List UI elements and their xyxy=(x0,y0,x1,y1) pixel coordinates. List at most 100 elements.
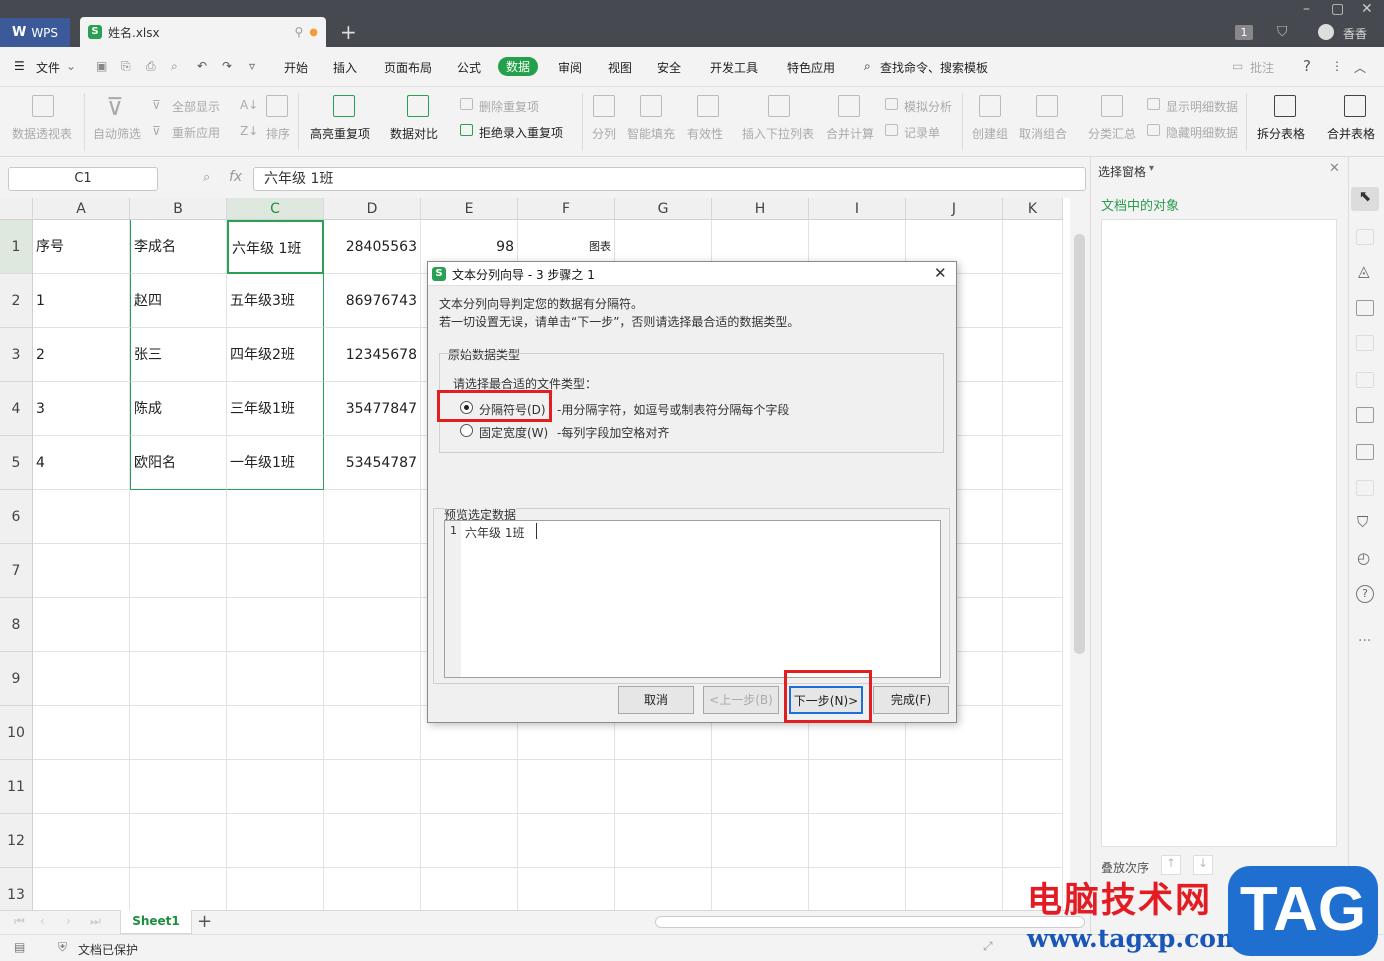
sort-button[interactable]: 排序 xyxy=(266,125,290,142)
cell[interactable] xyxy=(227,544,324,598)
column-header[interactable]: J xyxy=(906,198,1003,220)
archive-icon[interactable] xyxy=(1356,444,1374,460)
show-all-button[interactable]: 全部显示 xyxy=(172,98,220,115)
backup-icon[interactable]: ⛉ xyxy=(1357,513,1368,531)
ungroup-button[interactable]: 取消组合 xyxy=(1019,125,1067,142)
cell[interactable]: 28405563 xyxy=(324,220,421,274)
collapse-ribbon-icon[interactable]: ︿ xyxy=(1354,59,1366,76)
cell[interactable] xyxy=(906,868,1003,910)
cell[interactable] xyxy=(227,814,324,868)
minimize-icon[interactable]: – xyxy=(1303,0,1310,18)
fx-icon[interactable]: fx xyxy=(229,169,242,185)
row-header[interactable]: 1 xyxy=(0,220,33,274)
cell[interactable]: 3 xyxy=(33,382,130,436)
cell[interactable] xyxy=(324,490,421,544)
row-header[interactable]: 5 xyxy=(0,436,33,490)
cell[interactable]: 35477847 xyxy=(324,382,421,436)
autofilter-button[interactable]: 自动筛选 xyxy=(93,125,141,142)
cell[interactable] xyxy=(33,706,130,760)
cell[interactable] xyxy=(324,598,421,652)
cell[interactable] xyxy=(324,814,421,868)
cell[interactable] xyxy=(227,868,324,910)
cell[interactable]: 12345678 xyxy=(324,328,421,382)
chevron-down-icon[interactable]: ⌄ xyxy=(66,59,76,73)
cell[interactable] xyxy=(324,760,421,814)
fullscreen-icon[interactable]: ⤢ xyxy=(983,939,993,954)
row-header[interactable]: 4 xyxy=(0,382,33,436)
name-box[interactable]: C1 xyxy=(8,167,158,191)
search-icon[interactable]: ⌕ xyxy=(864,59,871,74)
finish-button[interactable]: 完成(F) xyxy=(873,686,949,714)
command-search[interactable]: 查找命令、搜索模板 xyxy=(880,59,988,76)
menu-developer[interactable]: 开发工具 xyxy=(710,59,758,76)
cell[interactable]: 序号 xyxy=(33,220,130,274)
add-sheet-icon[interactable]: + xyxy=(197,911,212,932)
more-tools-icon[interactable]: ··· xyxy=(1358,633,1371,649)
cursor-icon[interactable]: ⬉ xyxy=(1351,187,1379,211)
row-header[interactable]: 8 xyxy=(0,598,33,652)
close-icon[interactable]: ✕ xyxy=(1361,0,1373,18)
cell[interactable] xyxy=(906,814,1003,868)
row-header[interactable]: 10 xyxy=(0,706,33,760)
merge-table-button[interactable]: 合并表格 xyxy=(1327,125,1375,142)
next-sheet-icon[interactable]: › xyxy=(66,914,71,928)
smart-fill-button[interactable]: 智能填充 xyxy=(627,125,675,142)
cell[interactable]: 四年级2班 xyxy=(227,328,324,382)
badge[interactable]: 1 xyxy=(1235,25,1253,40)
cell[interactable]: 4 xyxy=(33,436,130,490)
cell[interactable] xyxy=(324,544,421,598)
cell[interactable]: 1 xyxy=(33,274,130,328)
cell[interactable] xyxy=(33,652,130,706)
cell[interactable]: 一年级1班 xyxy=(227,436,324,490)
fixed-width-radio[interactable] xyxy=(460,424,473,437)
row-header[interactable]: 6 xyxy=(0,490,33,544)
highlight-duplicates-button[interactable]: 高亮重复项 xyxy=(310,125,370,142)
cell[interactable] xyxy=(227,490,324,544)
sheet-tab[interactable]: Sheet1 xyxy=(120,910,192,934)
status-icon[interactable]: ▤ xyxy=(14,940,25,954)
cell[interactable]: 六年级 1班 xyxy=(227,220,324,274)
cell[interactable] xyxy=(421,868,518,910)
row-header[interactable]: 3 xyxy=(0,328,33,382)
maximize-icon[interactable]: ▢ xyxy=(1331,0,1344,18)
zoom-icon[interactable]: ⌕ xyxy=(203,170,210,185)
show-detail-button[interactable]: 显示明细数据 xyxy=(1166,98,1238,115)
cell[interactable] xyxy=(1003,814,1063,868)
insert-dropdown-button[interactable]: 插入下拉列表 xyxy=(742,125,814,142)
protect-status[interactable]: 文档已保护 xyxy=(78,941,138,958)
select-all-corner[interactable] xyxy=(0,198,33,220)
cell[interactable] xyxy=(130,490,227,544)
row-header[interactable]: 11 xyxy=(0,760,33,814)
cell[interactable] xyxy=(906,760,1003,814)
cell[interactable] xyxy=(130,598,227,652)
menu-home[interactable]: 开始 xyxy=(284,59,308,76)
column-header[interactable]: G xyxy=(615,198,712,220)
object-list[interactable] xyxy=(1101,219,1337,847)
help-icon[interactable]: ? xyxy=(1303,57,1311,75)
table-icon[interactable] xyxy=(1356,300,1374,316)
help-circle-icon[interactable]: ? xyxy=(1356,585,1374,603)
cell[interactable] xyxy=(1003,382,1063,436)
column-header[interactable]: D xyxy=(324,198,421,220)
hide-detail-button[interactable]: 隐藏明细数据 xyxy=(1166,124,1238,141)
column-header[interactable]: H xyxy=(712,198,809,220)
menu-review[interactable]: 审阅 xyxy=(558,59,582,76)
column-header[interactable]: C xyxy=(227,198,324,220)
menu-page-layout[interactable]: 页面布局 xyxy=(384,59,432,76)
last-sheet-icon[interactable]: ⏭ xyxy=(90,914,101,929)
cell[interactable]: 张三 xyxy=(130,328,227,382)
cell[interactable] xyxy=(130,706,227,760)
column-header[interactable]: I xyxy=(809,198,906,220)
cell[interactable] xyxy=(809,814,906,868)
transform-icon[interactable] xyxy=(1356,372,1374,388)
record-button[interactable]: 记录单 xyxy=(904,124,940,141)
style-icon[interactable]: ◬ xyxy=(1358,262,1370,280)
cell[interactable] xyxy=(33,760,130,814)
back-button[interactable]: <上一步(B) xyxy=(703,686,779,714)
cell[interactable] xyxy=(712,760,809,814)
first-sheet-icon[interactable]: ⏮ xyxy=(14,914,25,929)
preview-box[interactable]: 1 六年级 1班 xyxy=(444,520,941,678)
cell[interactable] xyxy=(1003,436,1063,490)
cell[interactable]: 五年级3班 xyxy=(227,274,324,328)
horizontal-scrollbar[interactable] xyxy=(655,916,1085,928)
